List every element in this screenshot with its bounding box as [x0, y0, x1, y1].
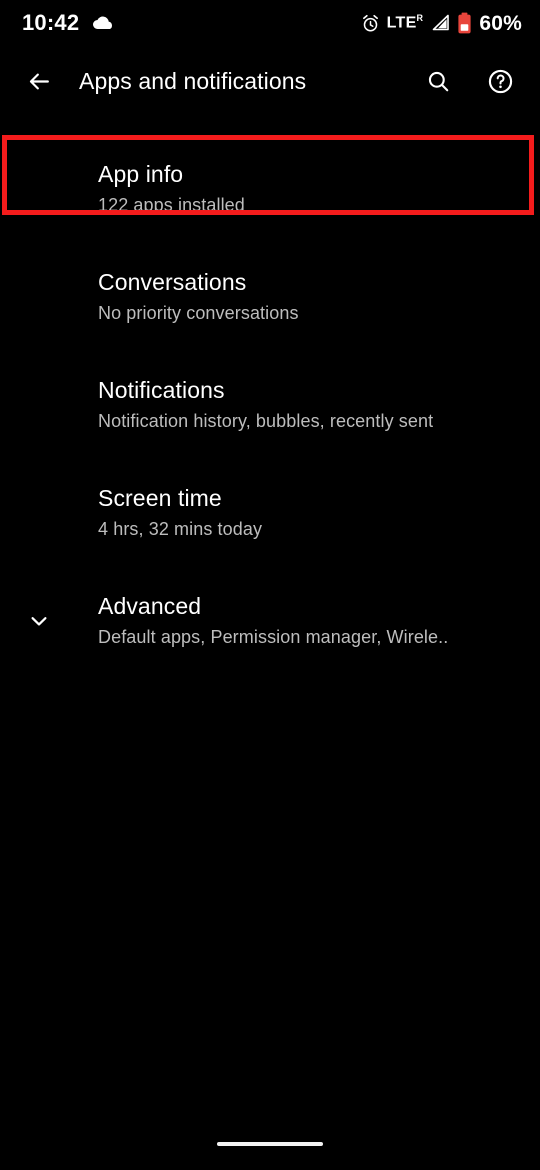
- status-bar: 10:42 LTER 60%: [0, 0, 540, 46]
- row-text: Screen time 4 hrs, 32 mins today: [0, 484, 262, 541]
- battery-percent-label: 60%: [479, 11, 522, 35]
- list-item-advanced[interactable]: Advanced Default apps, Permission manage…: [0, 567, 540, 675]
- status-bar-right: LTER 60%: [361, 12, 522, 34]
- row-text: App info 122 apps installed: [0, 160, 245, 217]
- list-item-screen-time[interactable]: Screen time 4 hrs, 32 mins today: [0, 459, 540, 567]
- list-item-conversations[interactable]: Conversations No priority conversations: [0, 243, 540, 351]
- list-item-app-info[interactable]: App info 122 apps installed: [0, 135, 540, 243]
- status-bar-left: 10:42: [22, 12, 115, 34]
- row-text: Conversations No priority conversations: [0, 268, 299, 325]
- help-circle-icon[interactable]: [474, 55, 526, 107]
- app-bar: Apps and notifications: [0, 52, 540, 110]
- row-text: Advanced Default apps, Permission manage…: [0, 592, 448, 649]
- network-type-label: LTER: [387, 14, 424, 31]
- phone-screen: 10:42 LTER 60% Apps and notifications Ap…: [0, 0, 540, 1170]
- list-item-subtitle: No priority conversations: [98, 303, 299, 324]
- list-item-notifications[interactable]: Notifications Notification history, bubb…: [0, 351, 540, 459]
- signal-bars-icon: [430, 14, 450, 32]
- list-item-subtitle: Default apps, Permission manager, Wirele…: [98, 627, 449, 648]
- list-item-subtitle: Notification history, bubbles, recently …: [98, 411, 434, 432]
- list-item-title: Notifications: [98, 377, 225, 404]
- list-item-subtitle: 122 apps installed: [98, 195, 245, 216]
- list-item-subtitle: 4 hrs, 32 mins today: [98, 519, 263, 540]
- cloud-icon: [91, 14, 115, 32]
- app-bar-actions: [412, 55, 540, 107]
- back-arrow-icon[interactable]: [10, 52, 68, 110]
- chevron-down-icon[interactable]: [22, 604, 56, 638]
- settings-list: App info 122 apps installed Conversation…: [0, 135, 540, 675]
- list-item-title: App info: [98, 161, 184, 188]
- list-item-title: Advanced: [98, 593, 202, 620]
- home-gesture-bar[interactable]: [217, 1141, 323, 1146]
- status-clock: 10:42: [22, 10, 80, 35]
- alarm-clock-icon: [361, 14, 380, 33]
- row-text: Notifications Notification history, bubb…: [0, 376, 433, 433]
- battery-low-icon: [457, 12, 472, 34]
- page-title: Apps and notifications: [79, 67, 307, 94]
- search-icon[interactable]: [412, 55, 464, 107]
- list-item-title: Screen time: [98, 485, 222, 512]
- network-type-text: LTE: [386, 14, 417, 32]
- list-item-title: Conversations: [98, 269, 247, 296]
- navigation-bar: [0, 1124, 540, 1170]
- roaming-indicator: R: [416, 13, 424, 24]
